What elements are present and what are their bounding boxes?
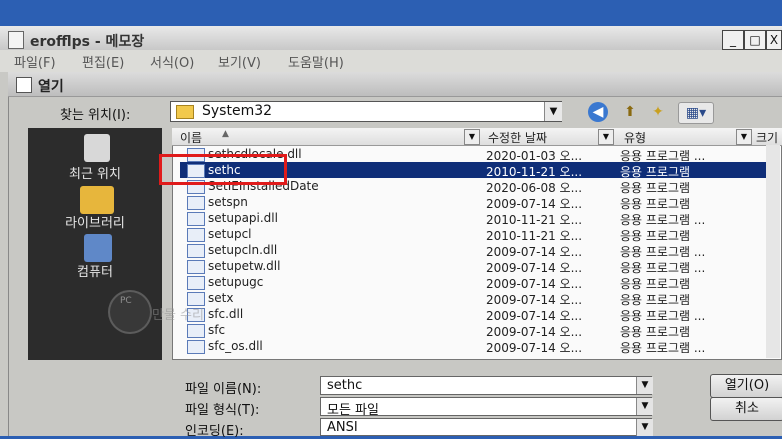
file-icon (187, 324, 205, 338)
file-icon (187, 260, 205, 274)
look-in-value: System32 (202, 103, 273, 119)
encoding-value: ANSI (327, 420, 358, 435)
maximize-button[interactable]: □ (744, 30, 766, 50)
folder-icon (176, 105, 194, 119)
close-button[interactable]: X (766, 30, 782, 50)
file-name: setupcl (208, 227, 252, 241)
filetype-value: 모든 파일 (327, 403, 379, 418)
computer-icon[interactable] (84, 234, 112, 262)
file-icon (187, 228, 205, 242)
back-icon[interactable]: ◀ (588, 102, 608, 122)
notepad-title: erofflps - 메모장 (30, 34, 145, 50)
dialog-icon (16, 77, 32, 93)
notepad-icon (8, 31, 24, 49)
open-button[interactable]: 열기(O) (710, 374, 782, 398)
menu-help[interactable]: 도움말(H) (288, 52, 344, 71)
menu-view[interactable]: 보기(V) (218, 52, 261, 71)
file-icon (187, 276, 205, 290)
file-name: setspn (208, 195, 248, 209)
chevron-down-icon[interactable]: ▼ (544, 102, 562, 121)
file-icon (187, 212, 205, 226)
file-icon (187, 196, 205, 210)
file-name: setx (208, 291, 234, 305)
encoding-label: 인코딩(E): (185, 424, 244, 439)
column-type-filter-icon[interactable]: ▼ (736, 129, 752, 145)
vertical-scrollbar[interactable] (766, 145, 780, 358)
column-name-filter-icon[interactable]: ▼ (464, 129, 480, 145)
place-computer[interactable]: 컴퓨터 (28, 261, 162, 280)
column-size[interactable]: 크기 (756, 129, 778, 146)
file-icon (187, 340, 205, 354)
file-type: 응용 프로그램 ... (620, 341, 706, 355)
view-menu-icon[interactable]: ▦▾ (678, 102, 714, 124)
column-type[interactable]: 유형 (624, 129, 646, 146)
filetype-label: 파일 형식(T): (185, 403, 260, 418)
file-icon (187, 244, 205, 258)
dialog-titlebar[interactable] (8, 72, 782, 97)
menu-file[interactable]: 파일(F) (14, 52, 56, 71)
look-in-label: 찾는 위치(I): (60, 108, 131, 123)
place-recent[interactable]: 최근 위치 (28, 163, 162, 182)
new-folder-icon[interactable]: ✦ (646, 102, 670, 122)
chevron-down-icon[interactable]: ▼ (636, 398, 653, 415)
file-name: sfc_os.dll (208, 339, 263, 353)
file-name: sfc.dll (208, 307, 244, 321)
filename-value: sethc (327, 378, 363, 393)
column-date[interactable]: 수정한 날짜 (488, 129, 547, 146)
file-date: 2009-07-14 오... (486, 341, 583, 355)
dialog-title: 열기 (38, 79, 64, 95)
file-name: setupapi.dll (208, 211, 278, 225)
up-folder-icon[interactable]: ⬆ (618, 102, 642, 122)
annotation-highlight-box (159, 154, 287, 185)
filename-label: 파일 이름(N): (185, 382, 262, 397)
file-name: setupugc (208, 275, 264, 289)
file-name: setupetw.dll (208, 259, 281, 273)
watermark-text: 만물 수리 (152, 308, 204, 323)
column-name[interactable]: 이름 (180, 129, 202, 146)
column-date-filter-icon[interactable]: ▼ (598, 129, 614, 145)
place-libraries[interactable]: 라이브러리 (28, 212, 162, 231)
sort-ascending-icon: ▲ (222, 129, 229, 139)
recent-places-icon[interactable] (84, 134, 110, 162)
file-name: sfc (208, 323, 226, 337)
chevron-down-icon[interactable]: ▼ (636, 377, 653, 394)
chevron-down-icon[interactable]: ▼ (636, 419, 653, 436)
menu-edit[interactable]: 편집(E) (82, 52, 124, 71)
encoding-select[interactable] (320, 418, 652, 436)
filename-input[interactable] (320, 376, 652, 395)
watermark-logo-text: PC (120, 296, 132, 306)
libraries-icon[interactable] (80, 186, 114, 214)
menu-format[interactable]: 서식(O) (150, 52, 194, 71)
cancel-button[interactable]: 취소 (710, 397, 782, 421)
minimize-button[interactable]: _ (722, 30, 744, 50)
file-name: setupcln.dll (208, 243, 278, 257)
